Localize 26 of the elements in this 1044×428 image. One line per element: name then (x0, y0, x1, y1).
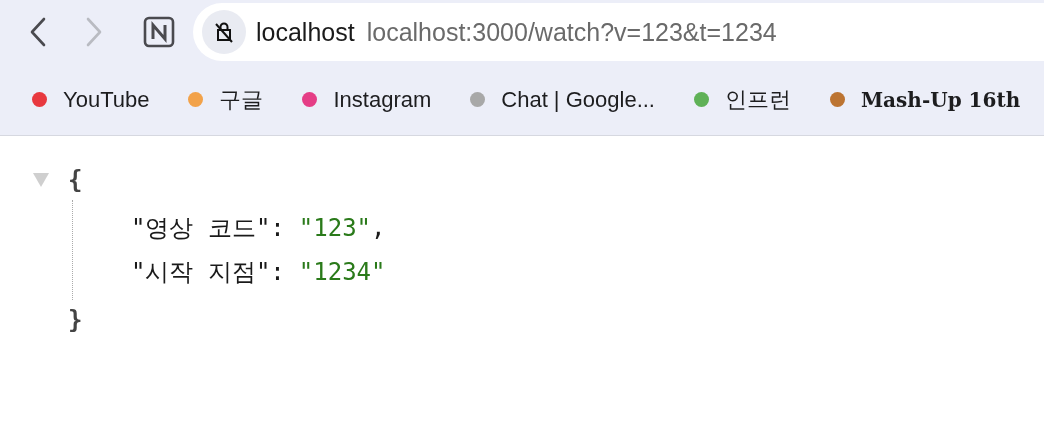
bookmark[interactable]: Instagram (302, 86, 432, 113)
open-brace: { (68, 166, 83, 194)
forward-icon (85, 17, 103, 47)
bookmark[interactable]: 구글 (188, 84, 264, 115)
host-text: localhost (256, 17, 355, 47)
lock-off-icon (202, 10, 246, 54)
bookmark-label[interactable]: Instagram (333, 86, 432, 113)
bookmark-label[interactable]: YouTube (63, 86, 150, 113)
bookmark-label[interactable]: 구글 (219, 84, 264, 115)
bookmark[interactable]: 인프런 (694, 84, 791, 115)
bookmark-label[interactable]: Chat | Google... (501, 86, 655, 113)
close-brace: } (68, 306, 83, 334)
back-icon (29, 17, 47, 47)
bookmark[interactable]: Chat | Google... (470, 86, 655, 113)
comma: , (371, 214, 386, 242)
bookmark[interactable]: Mash-Up 16th (830, 87, 1021, 112)
json-key: "영상 코드": (131, 212, 285, 244)
bookmark-label[interactable]: 인프런 (725, 84, 791, 115)
bookmark-label[interactable]: Mash-Up 16th (861, 87, 1021, 112)
n-logo-icon[interactable] (143, 16, 175, 48)
address-bar[interactable]: localhost localhost:3000/watch?v=123&t=1234 (193, 3, 1044, 61)
json-value: "1234" (298, 258, 386, 286)
url-text: localhost:3000/watch?v=123&t=1234 (366, 17, 777, 47)
json-key: "시작 지점": (131, 256, 285, 288)
json-value: "123" (298, 214, 372, 242)
bookmark[interactable]: YouTube (32, 86, 150, 113)
